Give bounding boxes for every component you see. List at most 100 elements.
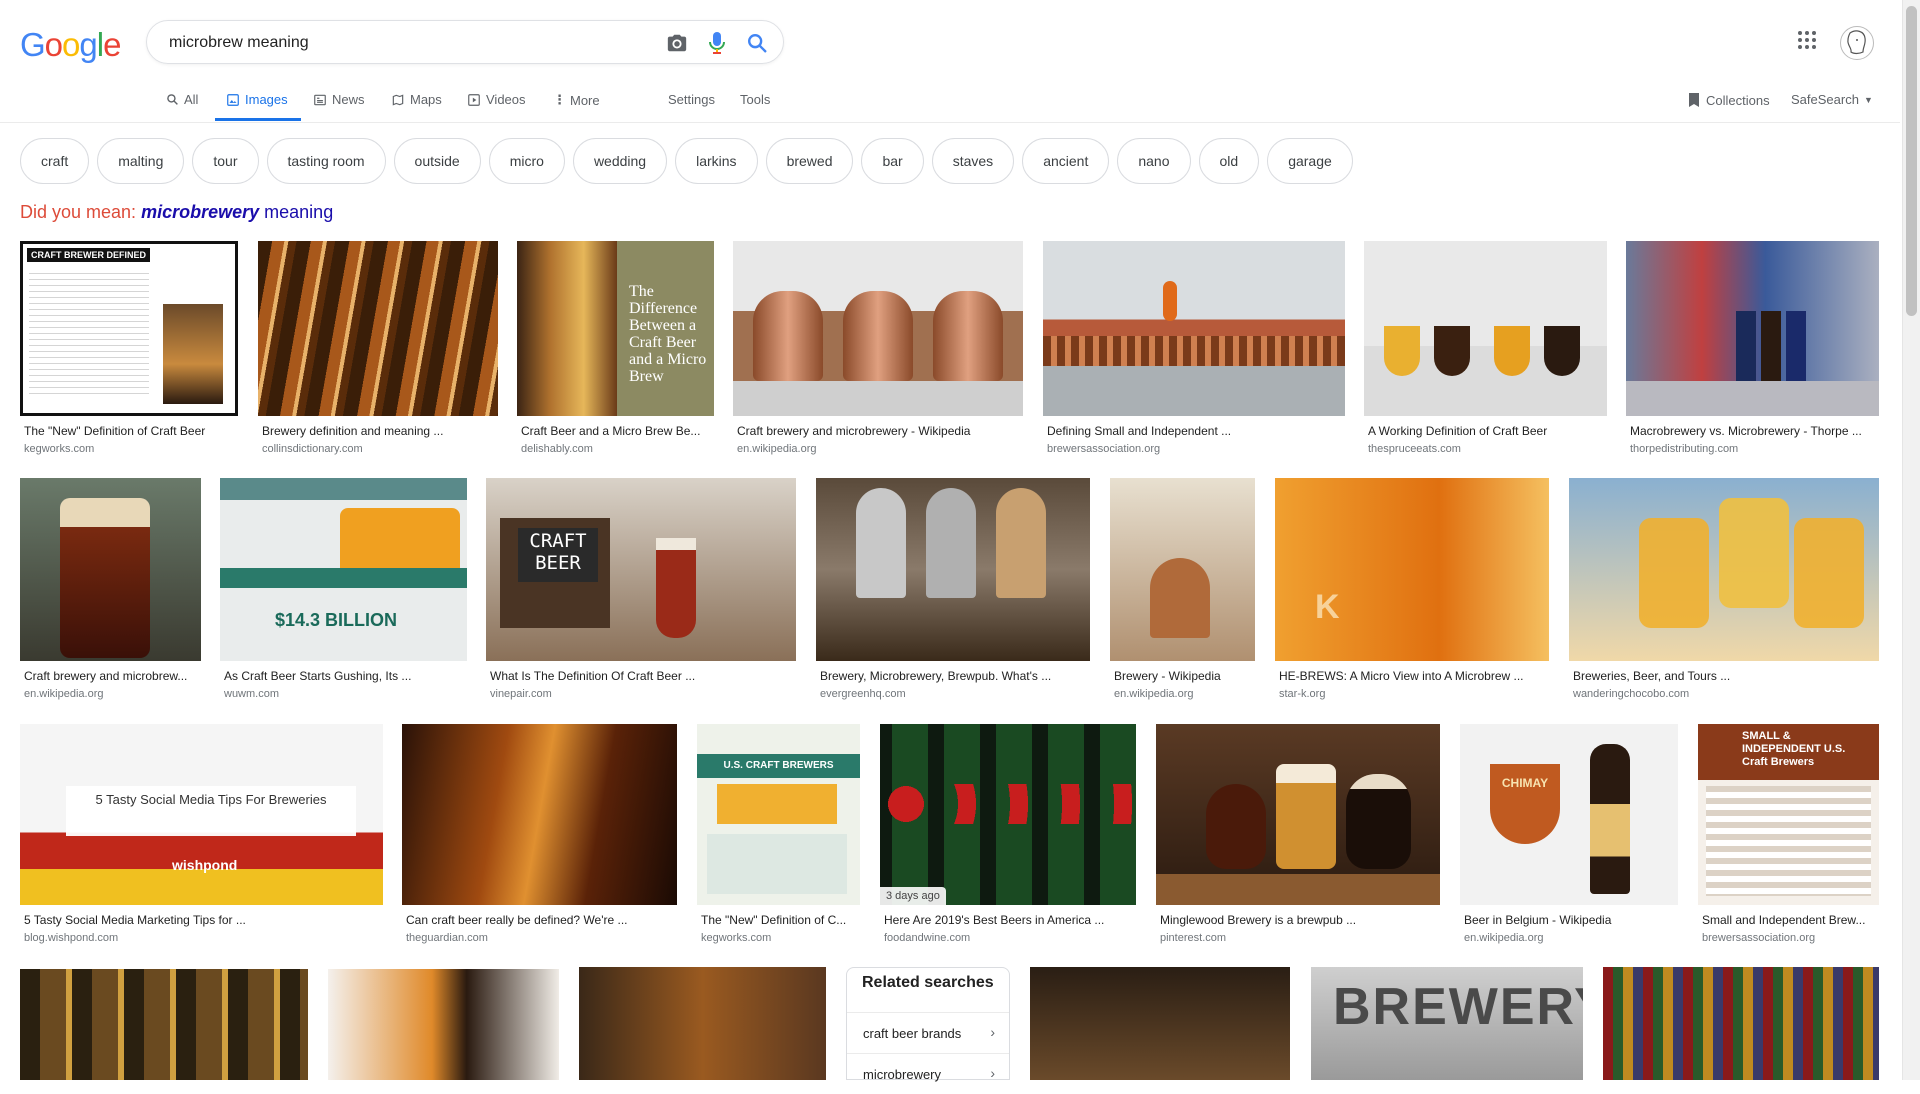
chip-ancient[interactable]: ancient: [1022, 138, 1110, 184]
image-result[interactable]: [1603, 967, 1879, 1080]
thumb-overlay-text: $14.3 BILLION: [275, 610, 398, 630]
search-icon[interactable]: [745, 31, 769, 55]
image-result[interactable]: K HE-BREWS: A Micro View into A Microbre…: [1275, 478, 1549, 708]
tab-videos-label: Videos: [486, 92, 526, 107]
chip-old[interactable]: old: [1198, 138, 1260, 184]
result-title: Craft brewery and microbrewery - Wikiped…: [737, 424, 971, 438]
chip-tour[interactable]: tour: [192, 138, 259, 184]
result-title: Brewery - Wikipedia: [1114, 669, 1221, 683]
related-search-item[interactable]: craft beer brands ›: [847, 1012, 1009, 1053]
chip-outside[interactable]: outside: [393, 138, 481, 184]
tab-more[interactable]: ⋮ More: [553, 92, 600, 108]
search-box[interactable]: [146, 20, 784, 64]
chip-brewed[interactable]: brewed: [765, 138, 854, 184]
refinement-chips: craft malting tour tasting room outside …: [20, 138, 1353, 184]
collections-link[interactable]: Collections: [1687, 92, 1770, 108]
apps-grid-icon[interactable]: [1795, 28, 1819, 57]
result-thumbnail: [328, 969, 559, 1080]
tab-images-label: Images: [245, 92, 288, 107]
image-result[interactable]: [328, 969, 559, 1080]
tab-news-label: News: [332, 92, 365, 107]
vertical-scrollbar[interactable]: [1902, 0, 1920, 1080]
image-result[interactable]: CRAFT BREWER DEFINED The "New" Definitio…: [20, 241, 238, 456]
tab-maps[interactable]: Maps: [391, 92, 442, 107]
thumb-overlay-text: The Difference Between a Craft Beer and …: [629, 283, 707, 385]
image-icon: [227, 93, 239, 106]
chip-nano[interactable]: nano: [1117, 138, 1191, 184]
chip-larkins[interactable]: larkins: [675, 138, 758, 184]
camera-icon[interactable]: [665, 31, 689, 55]
image-result[interactable]: U.S. CRAFT BREWERS The "New" Definition …: [697, 724, 860, 956]
result-source: brewersassociation.org: [1702, 932, 1816, 944]
image-result[interactable]: Brewery definition and meaning ... colli…: [258, 241, 498, 456]
image-result[interactable]: [1030, 967, 1290, 1080]
search-input[interactable]: [167, 30, 651, 56]
spelling-suggestion-link[interactable]: microbrewery meaning: [141, 202, 333, 222]
result-thumbnail: [1364, 241, 1607, 416]
result-thumbnail: [20, 969, 308, 1080]
chip-bar[interactable]: bar: [861, 138, 924, 184]
microphone-icon[interactable]: [705, 31, 729, 55]
image-result[interactable]: Breweries, Beer, and Tours ... wandering…: [1569, 478, 1879, 708]
image-result[interactable]: Macrobrewery vs. Microbrewery - Thorpe .…: [1626, 241, 1879, 456]
thumb-overlay-text: BREWERY: [1333, 978, 1583, 1036]
result-source: theguardian.com: [406, 932, 488, 944]
thumb-overlay-text: CHIMAY: [1501, 776, 1549, 790]
scrollbar-thumb[interactable]: [1906, 6, 1917, 316]
result-thumbnail: 5 Tasty Social Media Tips For Breweries …: [20, 724, 383, 905]
image-result[interactable]: 3 days ago Here Are 2019's Best Beers in…: [880, 724, 1136, 956]
result-title: Defining Small and Independent ...: [1047, 424, 1232, 438]
result-title: Brewery, Microbrewery, Brewpub. What's .…: [820, 669, 1052, 683]
result-title: Minglewood Brewery is a brewpub ...: [1160, 913, 1357, 927]
related-search-item[interactable]: microbrewery ›: [847, 1053, 1009, 1094]
image-result[interactable]: A Working Definition of Craft Beer thesp…: [1364, 241, 1607, 456]
image-result[interactable]: 5 Tasty Social Media Tips For Breweries …: [20, 724, 383, 956]
image-result[interactable]: Can craft beer really be defined? We're …: [402, 724, 677, 956]
chip-garage[interactable]: garage: [1267, 138, 1353, 184]
result-source: wuwm.com: [224, 688, 280, 700]
tab-videos[interactable]: Videos: [467, 92, 526, 107]
result-thumbnail: [258, 241, 498, 416]
result-thumbnail: CRAFT BREWER DEFINED: [20, 241, 238, 416]
image-result[interactable]: [579, 967, 826, 1080]
chip-staves[interactable]: staves: [931, 138, 1015, 184]
result-source: vinepair.com: [490, 688, 552, 700]
image-result[interactable]: Brewery, Microbrewery, Brewpub. What's .…: [816, 478, 1090, 708]
chip-micro[interactable]: micro: [488, 138, 565, 184]
tab-images[interactable]: Images: [226, 92, 288, 107]
tab-all[interactable]: All: [166, 92, 198, 107]
result-title: Craft brewery and microbrew...: [24, 669, 188, 683]
image-result[interactable]: The Difference Between a Craft Beer and …: [517, 241, 714, 456]
chip-tasting-room[interactable]: tasting room: [266, 138, 386, 184]
image-result[interactable]: CHIMAY Beer in Belgium - Wikipedia en.wi…: [1460, 724, 1678, 956]
safesearch-label: SafeSearch: [1791, 92, 1859, 107]
tab-news[interactable]: News: [313, 92, 365, 107]
image-result[interactable]: Craft brewery and microbrewery - Wikiped…: [733, 241, 1023, 456]
result-thumbnail: CRAFT BEER: [486, 478, 796, 661]
image-result[interactable]: Brewery - Wikipedia en.wikipedia.org: [1110, 478, 1255, 708]
video-icon: [468, 93, 480, 106]
result-thumbnail: [816, 478, 1090, 661]
result-title: Craft Beer and a Micro Brew Be...: [521, 424, 701, 438]
image-result[interactable]: Defining Small and Independent ... brewe…: [1043, 241, 1345, 456]
safesearch-dropdown[interactable]: SafeSearch ▼: [1791, 92, 1873, 107]
chip-craft[interactable]: craft: [20, 138, 90, 184]
chip-wedding[interactable]: wedding: [572, 138, 668, 184]
account-avatar[interactable]: [1840, 26, 1874, 60]
result-source: evergreenhq.com: [820, 688, 906, 700]
image-result[interactable]: Craft brewery and microbrew... en.wikipe…: [20, 478, 201, 708]
image-result[interactable]: $14.3 BILLION As Craft Beer Starts Gushi…: [220, 478, 467, 708]
image-result[interactable]: Minglewood Brewery is a brewpub ... pint…: [1156, 724, 1440, 956]
tab-tools[interactable]: Tools: [740, 92, 770, 107]
google-logo[interactable]: Google: [20, 26, 121, 64]
tab-more-label: More: [570, 92, 600, 108]
image-result[interactable]: [20, 969, 308, 1080]
image-result[interactable]: BREWERY: [1311, 967, 1583, 1080]
tab-settings[interactable]: Settings: [668, 92, 715, 107]
image-result[interactable]: SMALL & INDEPENDENT U.S. Craft Brewers S…: [1698, 724, 1879, 956]
image-result[interactable]: CRAFT BEER What Is The Definition Of Cra…: [486, 478, 796, 708]
result-thumbnail: U.S. CRAFT BREWERS: [697, 724, 860, 905]
chip-malting[interactable]: malting: [97, 138, 185, 184]
result-title: Beer in Belgium - Wikipedia: [1464, 913, 1612, 927]
result-source: star-k.org: [1279, 688, 1326, 700]
